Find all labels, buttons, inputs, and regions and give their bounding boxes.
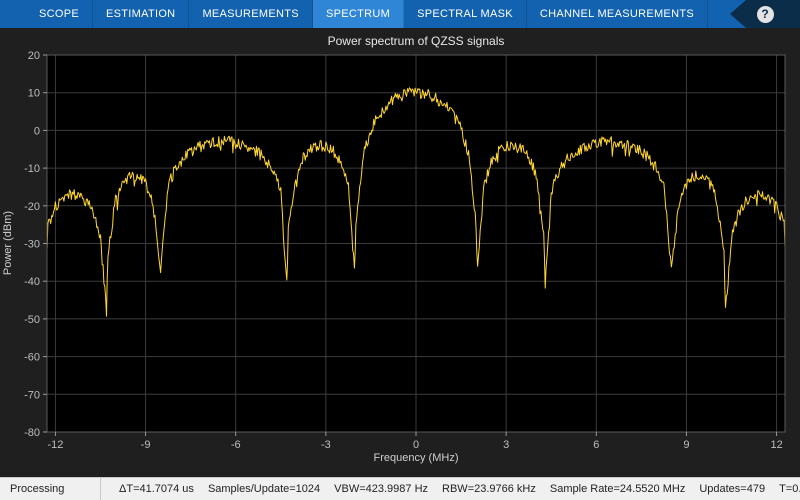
status-stats: ΔT=41.7074 us Samples/Update=1024 VBW=423.… bbox=[101, 483, 800, 495]
y-axis-label: Power (dBm) bbox=[2, 211, 14, 275]
y-tick-label: 20 bbox=[28, 50, 40, 62]
spectrum-analyzer-window: SCOPE ESTIMATION MEASUREMENTS SPECTRUM SPECT… bbox=[0, 0, 800, 500]
x-tick-label: 12 bbox=[770, 439, 782, 451]
status-stat: Samples/Update=1024 bbox=[207, 483, 321, 495]
y-tick-label: -50 bbox=[24, 314, 40, 326]
x-tick-label: 0 bbox=[413, 439, 419, 451]
help-button[interactable]: ? bbox=[756, 5, 774, 23]
x-tick-label: -3 bbox=[321, 439, 331, 451]
scope-figure: -12 -9 -6 -3 0 3 6 9 12 20 10 0 -10 -20 -30 -40 -50 -60 -7… bbox=[0, 28, 800, 478]
y-tick-label: -20 bbox=[24, 201, 40, 213]
y-tick-label: -30 bbox=[24, 239, 40, 251]
tab-channel-measurements[interactable]: CHANNEL MEASUREMENTS bbox=[527, 0, 708, 28]
spectrum-plot: -12 -9 -6 -3 0 3 6 9 1220100-10-20-30-40-50-60-7… bbox=[2, 34, 786, 464]
x-tick-label: 3 bbox=[503, 439, 509, 451]
y-tick-label: -10 bbox=[24, 163, 40, 175]
tab-scope[interactable]: SCOPE bbox=[26, 0, 94, 28]
x-axis-label: Frequency (MHz) bbox=[374, 452, 459, 464]
tab-estimation[interactable]: ESTIMATION bbox=[93, 0, 190, 28]
tab-measurements[interactable]: MEASUREMENTS bbox=[189, 0, 313, 28]
y-tick-label: -70 bbox=[24, 389, 40, 401]
help-banner: ? bbox=[730, 0, 800, 28]
x-tick-label: -9 bbox=[141, 439, 151, 451]
x-tick-label: 9 bbox=[683, 439, 689, 451]
toolstrip: SCOPE ESTIMATION MEASUREMENTS SPECTRUM SPECT… bbox=[0, 0, 800, 28]
tab-spectrum[interactable]: SPECTRUM bbox=[312, 0, 405, 28]
status-stat: Sample Rate=24.5520 MHz bbox=[549, 483, 686, 495]
y-tick-label: -60 bbox=[24, 352, 40, 364]
status-stat: VBW=423.9987 Hz bbox=[334, 483, 429, 495]
y-tick-label: 0 bbox=[34, 125, 40, 137]
status-stat: RBW=23.9766 kHz bbox=[442, 483, 536, 495]
x-tick-label: -12 bbox=[47, 439, 63, 451]
x-tick-label: 6 bbox=[593, 439, 599, 451]
toolbar-tabs: SCOPE ESTIMATION MEASUREMENTS SPECTRUM SPECT… bbox=[0, 0, 708, 28]
plot-title: Power spectrum of QZSS signals bbox=[328, 34, 505, 48]
y-tick-label: 10 bbox=[28, 88, 40, 100]
status-stat: T=0.02 bbox=[779, 483, 800, 495]
tab-spectral-mask[interactable]: SPECTRAL MASK bbox=[404, 0, 527, 28]
x-tick-label: -6 bbox=[231, 439, 241, 451]
status-bar: Processing ΔT=41.7074 us Samples/Update=1… bbox=[0, 477, 800, 500]
status-state: Processing bbox=[0, 478, 101, 500]
y-tick-label: -80 bbox=[24, 427, 40, 439]
status-stat: Updates=479 bbox=[699, 483, 766, 495]
y-tick-label: -40 bbox=[24, 276, 40, 288]
status-stat: ΔT=41.7074 us bbox=[119, 483, 194, 495]
